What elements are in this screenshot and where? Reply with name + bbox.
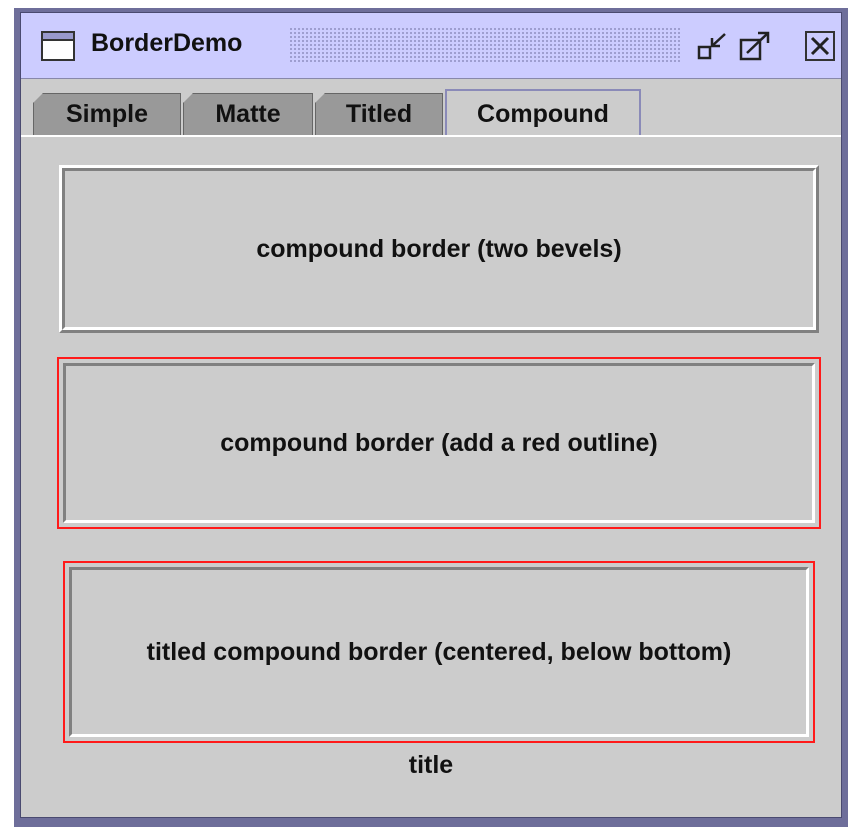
red-outline-bevel: compound border (add a red outline) (63, 363, 815, 523)
border-title: title (408, 751, 454, 779)
tab-simple[interactable]: Simple (33, 93, 181, 135)
window: BorderDemo Simple Matte Titled Compound … (20, 12, 842, 818)
tab-compound[interactable]: Compound (445, 89, 641, 137)
tab-titled[interactable]: Titled (315, 93, 443, 135)
window-icon[interactable] (41, 31, 75, 61)
tab-divider (21, 135, 841, 137)
window-frame: BorderDemo Simple Matte Titled Compound … (14, 8, 848, 827)
maximize-icon[interactable] (739, 31, 771, 61)
two-bevels-label: compound border (two bevels) (256, 234, 622, 263)
titled-compound-label: titled compound border (centered, below … (146, 637, 732, 666)
minimize-icon[interactable] (697, 31, 729, 61)
titled-compound-bevel: titled compound border (centered, below … (69, 567, 809, 737)
close-button[interactable] (805, 31, 835, 61)
close-icon (810, 36, 830, 56)
title-bar[interactable]: BorderDemo (21, 13, 841, 79)
titled-compound-panel: titled compound border (centered, below … (63, 561, 815, 743)
two-bevels-panel: compound border (two bevels) (59, 165, 819, 333)
tab-strip: Simple Matte Titled Compound (29, 89, 829, 137)
window-title: BorderDemo (91, 29, 243, 57)
red-outline-panel: compound border (add a red outline) (57, 357, 821, 529)
title-bar-texture (289, 27, 681, 63)
tab-matte[interactable]: Matte (183, 93, 313, 135)
red-outline-label: compound border (add a red outline) (220, 428, 658, 457)
